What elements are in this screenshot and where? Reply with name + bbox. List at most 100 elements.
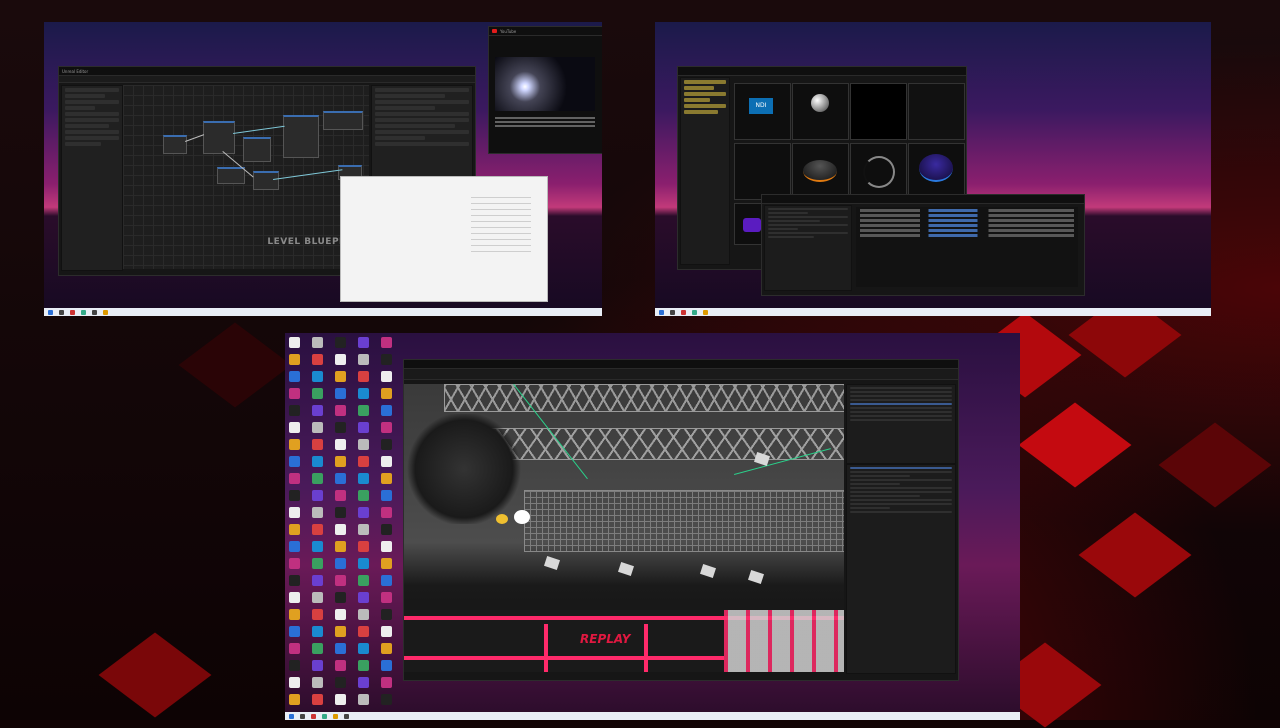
desktop-shortcut-icon[interactable] (312, 456, 323, 467)
file-explorer-window[interactable] (340, 176, 548, 302)
graph-node[interactable] (163, 135, 187, 154)
log-messages[interactable] (856, 207, 1078, 287)
taskbar-app-icon[interactable] (103, 309, 108, 315)
desktop-shortcut-icon[interactable] (381, 694, 392, 705)
desktop-shortcut-icon[interactable] (289, 626, 300, 637)
desktop-shortcut-icon[interactable] (358, 626, 369, 637)
taskbar-app-icon[interactable] (670, 309, 675, 315)
spotlight-actor-icon[interactable] (700, 564, 716, 578)
desktop-shortcut-icon[interactable] (312, 660, 323, 671)
desktop-shortcut-icon[interactable] (358, 456, 369, 467)
asset-thumbnail[interactable] (850, 83, 907, 140)
desktop-shortcut-icon[interactable] (358, 592, 369, 603)
desktop-shortcut-icon[interactable] (358, 558, 369, 569)
desktop-shortcut-icon[interactable] (289, 354, 300, 365)
desktop-shortcut-icon[interactable] (381, 405, 392, 416)
light-bulb-icon[interactable] (514, 510, 530, 524)
desktop-shortcut-icon[interactable] (335, 456, 346, 467)
desktop-shortcut-icon[interactable] (312, 490, 323, 501)
taskbar-app-icon[interactable] (333, 713, 338, 719)
desktop-shortcut-icon[interactable] (312, 643, 323, 654)
desktop-shortcut-icon[interactable] (381, 626, 392, 637)
desktop-shortcut-icon[interactable] (312, 592, 323, 603)
unreal-level-editor-window[interactable]: REPLAY (403, 359, 959, 681)
desktop-shortcut-icon[interactable] (358, 371, 369, 382)
desktop-shortcut-icon[interactable] (358, 660, 369, 671)
desktop-shortcut-icon[interactable] (381, 490, 392, 501)
desktop-shortcut-icon[interactable] (358, 490, 369, 501)
start-icon[interactable] (289, 713, 294, 719)
desktop-shortcut-icon[interactable] (289, 439, 300, 450)
desktop-shortcut-icon[interactable] (335, 643, 346, 654)
desktop-shortcut-icon[interactable] (312, 388, 323, 399)
desktop-shortcut-icon[interactable] (289, 388, 300, 399)
output-log-window[interactable] (761, 194, 1085, 296)
monitor-2-taskbar[interactable] (655, 308, 1211, 316)
light-bulb-icon[interactable] (496, 514, 508, 524)
desktop-shortcut-icon[interactable] (358, 473, 369, 484)
desktop-shortcut-icon[interactable] (381, 337, 392, 348)
desktop-shortcut-icon[interactable] (335, 677, 346, 688)
desktop-shortcut-icon[interactable] (335, 541, 346, 552)
desktop-shortcut-icon[interactable] (289, 405, 300, 416)
desktop-shortcut-icon[interactable] (358, 677, 369, 688)
desktop-shortcut-icon[interactable] (335, 473, 346, 484)
desktop-shortcut-icon[interactable] (381, 609, 392, 620)
start-icon[interactable] (48, 309, 53, 315)
desktop-shortcut-icon[interactable] (358, 609, 369, 620)
taskbar-app-icon[interactable] (681, 309, 686, 315)
asset-thumbnail[interactable] (792, 143, 849, 200)
desktop-shortcut-icon[interactable] (312, 609, 323, 620)
explorer-list[interactable] (471, 197, 531, 257)
desktop-shortcut-icon[interactable] (381, 354, 392, 365)
desktop-shortcut-icon[interactable] (335, 439, 346, 450)
desktop-shortcut-icon[interactable] (358, 575, 369, 586)
desktop-shortcut-icon[interactable] (312, 337, 323, 348)
desktop-shortcut-icon[interactable] (358, 541, 369, 552)
asset-thumbnail[interactable] (908, 143, 965, 200)
desktop-shortcut-icon[interactable] (381, 524, 392, 535)
event-graph-canvas[interactable]: LEVEL BLUEPRINT (123, 85, 369, 269)
desktop-shortcut-icon[interactable] (358, 694, 369, 705)
desktop-shortcut-icon[interactable] (381, 473, 392, 484)
desktop-shortcut-icon[interactable] (289, 660, 300, 671)
graph-node[interactable] (283, 115, 319, 158)
asset-thumbnail[interactable] (908, 83, 965, 140)
desktop-shortcut-icon[interactable] (381, 660, 392, 671)
desktop-shortcut-icon[interactable] (312, 541, 323, 552)
desktop-shortcut-icon[interactable] (381, 439, 392, 450)
desktop-shortcut-icon[interactable] (289, 473, 300, 484)
desktop-shortcut-icon[interactable] (312, 439, 323, 450)
desktop-shortcut-icon[interactable] (358, 422, 369, 433)
desktop-shortcut-icon[interactable] (358, 388, 369, 399)
taskbar-app-icon[interactable] (70, 309, 75, 315)
desktop-shortcut-icon[interactable] (312, 371, 323, 382)
desktop-shortcut-icon[interactable] (358, 524, 369, 535)
desktop-shortcut-icon[interactable] (312, 575, 323, 586)
desktop-shortcut-icon[interactable] (335, 592, 346, 603)
desktop-shortcut-icon[interactable] (289, 592, 300, 603)
desktop-shortcut-icon[interactable] (289, 575, 300, 586)
desktop-shortcut-icon[interactable] (312, 677, 323, 688)
desktop-shortcut-icon[interactable] (289, 541, 300, 552)
desktop-shortcut-icon[interactable] (289, 677, 300, 688)
desktop-shortcut-icon[interactable] (312, 507, 323, 518)
taskbar-app-icon[interactable] (300, 713, 305, 719)
monitor-1-taskbar[interactable] (44, 308, 602, 316)
desktop-shortcut-icon[interactable] (381, 677, 392, 688)
desktop-shortcut-icon[interactable] (312, 558, 323, 569)
desktop-shortcut-icon[interactable] (312, 405, 323, 416)
desktop-shortcut-icon[interactable] (381, 422, 392, 433)
graph-node[interactable] (217, 167, 245, 184)
spotlight-actor-icon[interactable] (544, 556, 560, 570)
desktop-shortcut-icon[interactable] (381, 575, 392, 586)
desktop-shortcut-icon[interactable] (289, 694, 300, 705)
desktop-shortcut-icon[interactable] (335, 422, 346, 433)
desktop-shortcut-icon[interactable] (381, 643, 392, 654)
desktop-shortcut-icon[interactable] (335, 660, 346, 671)
desktop-shortcut-icon[interactable] (335, 575, 346, 586)
desktop-shortcut-icon[interactable] (335, 371, 346, 382)
log-categories-panel[interactable] (764, 205, 852, 291)
desktop-shortcut-icon[interactable] (358, 643, 369, 654)
desktop-shortcut-icon[interactable] (312, 694, 323, 705)
